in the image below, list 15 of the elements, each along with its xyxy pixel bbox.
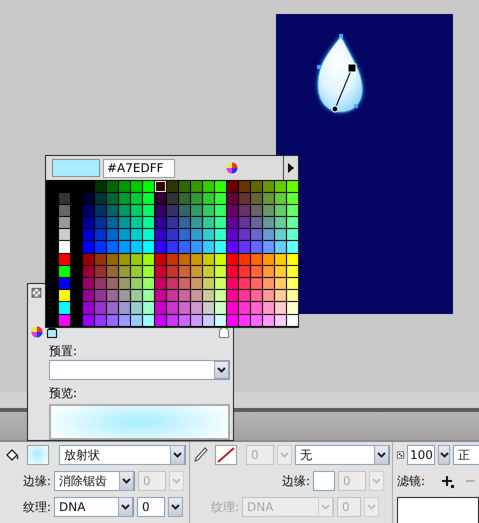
- alpha-field[interactable]: 100: [407, 445, 435, 465]
- edge-label: 边缘:: [280, 472, 310, 490]
- hex-field[interactable]: #A7EDFF: [103, 158, 175, 178]
- fill-type-select[interactable]: 放射状: [59, 445, 186, 465]
- filter-label: 滤镜:: [397, 472, 426, 490]
- texture-label: 纹理:: [210, 498, 239, 516]
- preview-label: 预览:: [49, 384, 78, 400]
- edge-select[interactable]: 消除锯齿: [54, 471, 135, 491]
- texture-select[interactable]: DNA: [54, 497, 134, 517]
- preset-label: 预置:: [49, 342, 78, 358]
- blend-select[interactable]: 正: [453, 445, 479, 465]
- number-field[interactable]: 0: [137, 497, 165, 517]
- texture-label: 纹理:: [22, 498, 51, 516]
- stroke-style-select[interactable]: 无: [295, 445, 390, 465]
- edge-label: 边缘:: [22, 472, 51, 490]
